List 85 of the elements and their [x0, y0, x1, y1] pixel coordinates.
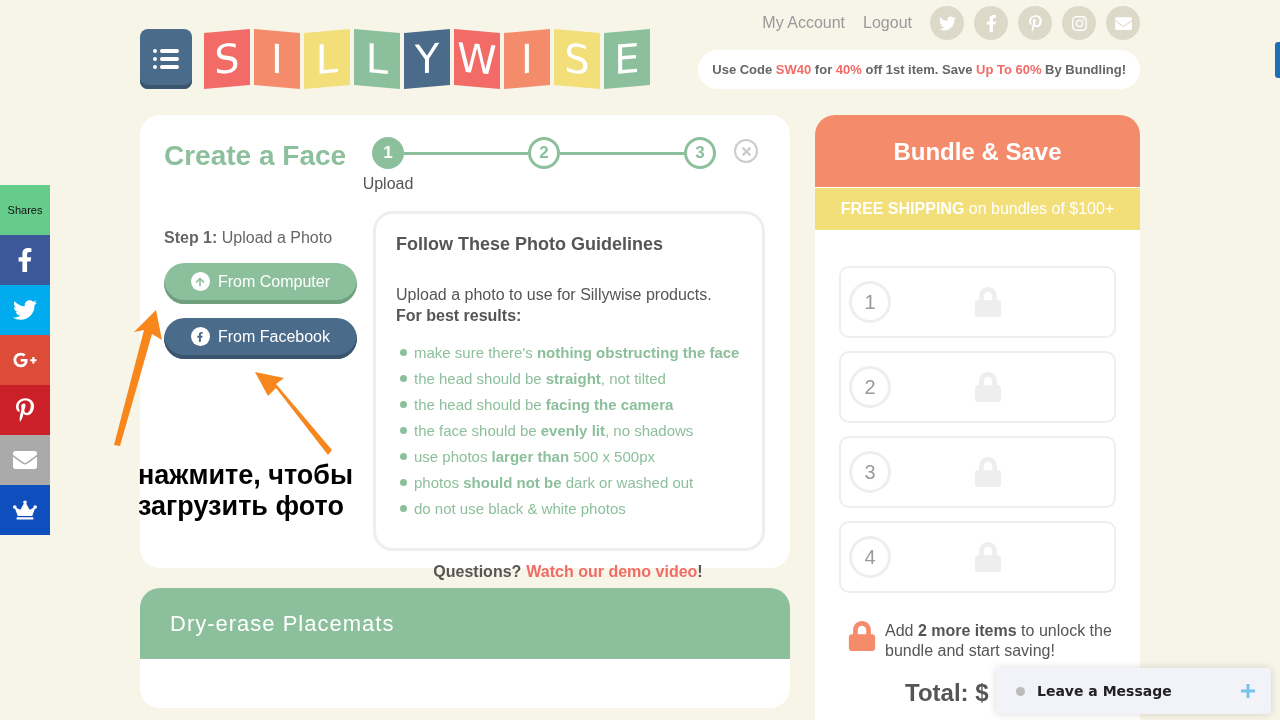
bullet-icon — [400, 426, 407, 434]
logo-letter: I — [504, 29, 550, 89]
bullet-icon — [400, 348, 407, 356]
step-label: Upload — [362, 175, 414, 193]
account-link[interactable]: Logout — [863, 14, 912, 32]
chat-label: Leave a Message — [1037, 683, 1173, 699]
crown-icon — [13, 498, 37, 522]
close-button[interactable] — [734, 139, 758, 163]
guidelines-intro: Upload a photo to use for Sillywise products. — [396, 285, 713, 305]
questions-text: Questions? — [433, 563, 522, 581]
bullet-icon — [400, 374, 407, 382]
bullet-icon — [400, 452, 407, 460]
pinterest-icon — [13, 398, 37, 422]
step-circle[interactable]: 2 — [528, 137, 560, 169]
shipping-banner: FREE SHIPPING on bundles of $100+ — [815, 187, 1140, 230]
upload-icon — [191, 272, 210, 291]
guideline-text: the head should be straight, not tilted — [414, 369, 666, 387]
bundle-slot[interactable]: 1 — [839, 266, 1116, 338]
social-link[interactable] — [1106, 6, 1140, 40]
guideline-text: the head should be facing the camera — [414, 395, 674, 413]
guideline-text: the face should be evenly lit, no shadows — [414, 421, 694, 439]
step-circle[interactable]: 1 — [372, 137, 404, 169]
guideline-text: use photos larger than 500 x 500px — [414, 447, 655, 465]
logo-letter: L — [354, 29, 400, 89]
camera-icon — [1070, 14, 1088, 32]
bird-icon — [13, 298, 37, 322]
share-button[interactable] — [0, 385, 50, 435]
bullet-icon — [400, 478, 407, 486]
plus-icon — [1241, 683, 1255, 698]
mail-icon — [13, 448, 37, 472]
arrow-icon — [114, 310, 162, 446]
bullet-icon — [400, 400, 407, 408]
upload-button[interactable]: From Computer — [164, 263, 357, 304]
guideline-text: photos should not be dark or washed out — [414, 473, 694, 491]
logo-letter: W — [454, 29, 500, 89]
slot-number: 1 — [849, 281, 891, 323]
exclamation-text: ! — [697, 563, 703, 581]
share-button[interactable] — [0, 485, 50, 535]
account-link[interactable]: My Account — [762, 14, 846, 32]
guidelines-subtitle: For best results: — [396, 307, 523, 325]
logo-letter: S — [204, 29, 250, 89]
menu-icon — [153, 48, 179, 70]
arrow-icon — [255, 372, 332, 455]
logo-letter: L — [304, 29, 350, 89]
bundle-slot[interactable]: 3 — [839, 436, 1116, 508]
logo-letter: S — [554, 29, 600, 89]
guideline-text: make sure there's nothing obstructing the face — [414, 343, 740, 361]
unlock-text: Add 2 more items to unlock the bundle and start saving! — [885, 621, 1112, 661]
shares-label: Shares — [0, 185, 50, 235]
social-link[interactable] — [974, 6, 1008, 40]
guideline-text: do not use black & white photos — [414, 499, 626, 517]
bird-icon — [938, 14, 956, 32]
step-circle[interactable]: 3 — [684, 137, 716, 169]
logo-letter: E — [604, 29, 650, 89]
upload-button[interactable]: From Facebook — [164, 318, 357, 359]
menu-button[interactable] — [140, 29, 192, 89]
facebook-icon — [190, 327, 210, 346]
promo-banner: Use Code SW40 for 40% off 1st item. Save Up To 60% By Bundling! — [698, 50, 1140, 89]
bundle-title: Bundle & Save — [815, 115, 1140, 187]
pinterest-icon — [1026, 14, 1044, 32]
logo-letter: Y — [404, 29, 450, 89]
card-title: Create a Face — [164, 139, 348, 172]
demo-video-link[interactable]: Watch our demo video — [526, 563, 698, 581]
bullet-icon — [400, 504, 407, 512]
social-link[interactable] — [930, 6, 964, 40]
slot-number: 3 — [849, 451, 891, 493]
slot-number: 4 — [849, 536, 891, 578]
bundle-slot[interactable]: 4 — [839, 521, 1116, 593]
slot-number: 2 — [849, 366, 891, 408]
chat-widget[interactable]: Leave a Message — [996, 668, 1271, 714]
total-text: Total: $ — [905, 679, 989, 707]
side-tab[interactable] — [1275, 42, 1280, 78]
social-link[interactable] — [1062, 6, 1096, 40]
mail-icon — [1114, 14, 1132, 32]
logo-letter: I — [254, 29, 300, 89]
bundle-slot[interactable]: 2 — [839, 351, 1116, 423]
step-text: Step 1: Upload a Photo — [164, 229, 334, 247]
social-link[interactable] — [1018, 6, 1052, 40]
annotation-text: нажмите, чтобы загрузить фото — [138, 460, 355, 522]
share-button[interactable] — [0, 335, 50, 385]
status-dot — [1016, 686, 1025, 696]
share-button[interactable] — [0, 235, 50, 285]
guidelines-title: Follow These Photo Guidelines — [396, 234, 665, 255]
product-title: Dry-erase Placemats — [140, 588, 790, 659]
close-icon — [739, 144, 753, 158]
